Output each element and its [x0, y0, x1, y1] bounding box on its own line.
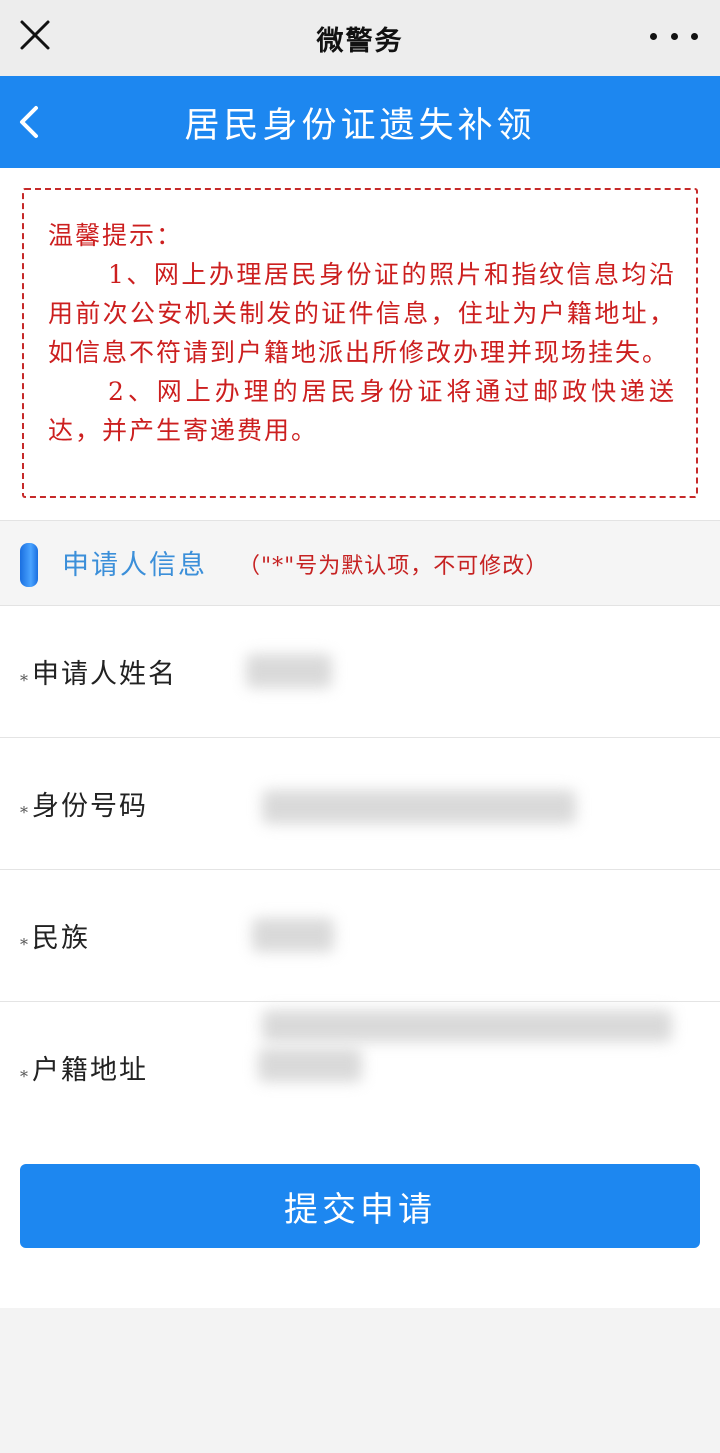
section-title: 申请人信息: [62, 550, 207, 581]
field-label: *民族: [20, 916, 90, 955]
blurred-value: [262, 790, 576, 824]
required-star: *: [20, 935, 30, 954]
notice-title: 温馨提示：: [48, 221, 184, 250]
blurred-value: [262, 1010, 672, 1042]
notice-box: 温馨提示： 1、网上办理居民身份证的照片和指纹信息均沿用前次公安机关制发的证件信…: [22, 188, 698, 498]
section-marker-icon: [20, 543, 38, 587]
field-label-text: 户籍地址: [32, 1055, 148, 1086]
section-header: 申请人信息 （"*"号为默认项，不可修改）: [0, 520, 720, 606]
blurred-value: [252, 918, 334, 952]
field-label-text: 身份号码: [32, 791, 148, 822]
submit-button[interactable]: 提交申请: [20, 1164, 700, 1248]
form-row-address: *户籍地址: [0, 1002, 720, 1138]
field-label: *申请人姓名: [20, 652, 177, 691]
notice-item: 1、网上办理居民身份证的照片和指纹信息均沿用前次公安机关制发的证件信息，住址为户…: [48, 260, 676, 367]
page-header: 居民身份证遗失补领: [0, 76, 720, 168]
field-label-text: 民族: [32, 923, 90, 954]
more-dots-icon[interactable]: [650, 20, 698, 52]
chevron-left-icon[interactable]: [12, 102, 48, 142]
blurred-value: [258, 1048, 362, 1082]
required-star: *: [20, 803, 30, 822]
wechat-top-bar: 微警务: [0, 0, 720, 76]
form-row-id-number: *身份号码: [0, 738, 720, 870]
section-note: （"*"号为默认项，不可修改）: [238, 554, 549, 579]
form-row-ethnicity: *民族: [0, 870, 720, 1002]
applicant-form: *申请人姓名 *身份号码 *民族 *户籍地址: [0, 606, 720, 1138]
notice-area: 温馨提示： 1、网上办理居民身份证的照片和指纹信息均沿用前次公安机关制发的证件信…: [0, 168, 720, 520]
required-star: *: [20, 671, 30, 690]
close-icon[interactable]: [16, 16, 56, 56]
field-label: *户籍地址: [20, 1048, 148, 1087]
blurred-value: [246, 654, 332, 688]
required-star: *: [20, 1067, 30, 1086]
submit-area: 提交申请: [0, 1138, 720, 1308]
page-title: 居民身份证遗失补领: [184, 105, 536, 146]
form-row-name: *申请人姓名: [0, 606, 720, 738]
field-label: *身份号码: [20, 784, 148, 823]
field-label-text: 申请人姓名: [32, 659, 177, 690]
notice-item: 2、网上办理的居民身份证将通过邮政快递送达，并产生寄递费用。: [48, 377, 676, 445]
wechat-title: 微警务: [316, 25, 404, 57]
